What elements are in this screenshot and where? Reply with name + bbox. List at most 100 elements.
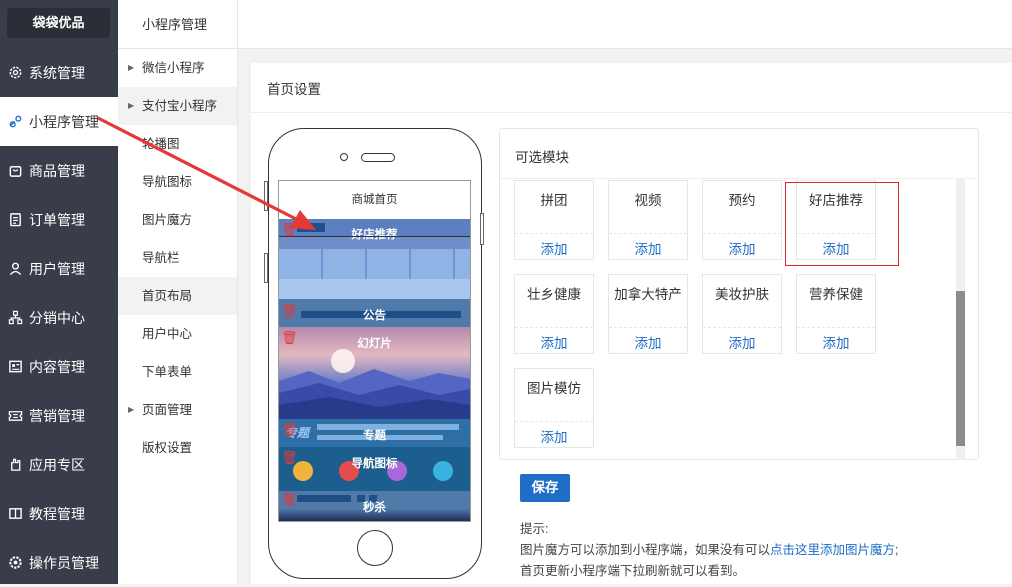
add-module-button[interactable]: 添加 [515,332,593,352]
clipboard-icon [8,212,23,227]
tips-line-2: 首页更新小程序端下拉刷新就可以看到。 [520,564,746,578]
module-divider [609,327,687,328]
submenu-item-pages[interactable]: ▶ 页面管理 [118,391,237,429]
submenu-item-user-center[interactable]: 用户中心 [118,315,237,353]
submenu-item-order-form[interactable]: 下单表单 [118,353,237,391]
trash-icon[interactable]: 🗑 [281,493,298,507]
layout-block-seckill[interactable]: 秒杀 🗑 [279,491,470,521]
bag-icon [8,163,23,178]
scrollbar-thumb[interactable] [956,291,965,446]
trash-icon[interactable]: 🗑 [281,331,298,345]
sidebar-item-label: 营销管理 [29,407,85,424]
submenu-item-nav-icons[interactable]: 导航图标 [118,163,237,201]
divider [500,178,978,179]
book-icon [8,506,23,521]
ticket-icon [8,408,23,423]
layout-block-nav-icons[interactable]: 导航图标 🗑 [279,447,470,491]
sidebar-item-label: 系统管理 [29,64,85,81]
module-divider [797,327,875,328]
sidebar-item-goods[interactable]: 商品管理 [0,146,118,195]
submenu-item-navbar[interactable]: 导航栏 [118,239,237,277]
add-module-button[interactable]: 添加 [703,332,781,352]
highlight-box [785,182,899,266]
submenu-title: 小程序管理 [118,0,237,49]
sidebar-item-content[interactable]: 内容管理 [0,342,118,391]
add-image-cube-link[interactable]: 点击这里添加图片魔方 [770,543,895,557]
hand-icon [8,457,23,472]
sidebar-item-users[interactable]: 用户管理 [0,244,118,293]
trash-icon[interactable]: 🗑 [281,223,298,237]
module-card: 图片模仿 添加 [514,368,594,448]
shop-thumbnails [279,249,470,279]
module-name: 营养保健 [809,287,863,302]
submenu-item-home-layout[interactable]: 首页布局 [118,277,237,315]
tips-line-1: 图片魔方可以添加到小程序端，如果没有可以点击这里添加图片魔方; [520,540,899,561]
page-title: 首页设置 [267,82,321,97]
document-icon [8,359,23,374]
network-icon [8,310,23,325]
caret-right-icon: ▶ [128,405,135,414]
modules-scrollbar[interactable] [956,178,965,460]
brand-logo: 袋袋优品 [7,8,110,38]
submenu-item-carousel[interactable]: 轮播图 [118,125,237,163]
sidebar-item-label: 内容管理 [29,358,85,375]
sidebar-item-apps[interactable]: 应用专区 [0,440,118,489]
tips-text: ; [895,543,899,557]
module-name: 视频 [634,193,662,208]
sidebar-item-tutorials[interactable]: 教程管理 [0,489,118,538]
block-label: 秒杀 [363,502,386,514]
layout-block-topic[interactable]: 专题 专题 🗑 [279,419,470,447]
module-card: 拼团 添加 [514,180,594,260]
submenu-item-image-cube[interactable]: 图片魔方 [118,201,237,239]
add-module-button[interactable]: 添加 [515,238,593,258]
module-name: 加拿大特产 [614,287,682,302]
save-button[interactable]: 保存 [520,474,570,502]
phone-home-button [357,530,393,566]
module-divider [703,233,781,234]
sidebar-item-marketing[interactable]: 营销管理 [0,391,118,440]
gear-icon [8,555,23,570]
sidebar-item-system[interactable]: 系统管理 [0,48,118,97]
sidebar-item-operators[interactable]: 操作员管理 [0,538,118,587]
submenu-item-label: 页面管理 [142,403,193,417]
add-module-button[interactable]: 添加 [703,238,781,258]
slideshow-mountains [279,369,470,419]
add-module-button[interactable]: 添加 [797,332,875,352]
trash-icon[interactable]: 🗑 [281,304,298,318]
sidebar-item-orders[interactable]: 订单管理 [0,195,118,244]
shop-thumbnail-footer [279,279,470,299]
sidebar-item-miniprogram[interactable]: 小程序管理 [0,97,118,146]
trash-icon[interactable]: 🗑 [281,451,298,465]
submenu-item-label: 微信小程序 [142,61,205,75]
block-rule [279,236,470,237]
add-module-button[interactable]: 添加 [609,332,687,352]
add-module-button[interactable]: 添加 [515,426,593,446]
submenu-item-wechat[interactable]: ▶ 微信小程序 [118,49,237,87]
sidebar-item-distribution[interactable]: 分销中心 [0,293,118,342]
module-divider [515,421,593,422]
phone-screen: 商城首页 好店推荐 🗑 公告 🗑 幻灯片 🗑 专题 专题 🗑 导航图标 🗑 秒杀… [278,180,471,522]
sidebar-item-label: 应用专区 [29,456,85,473]
link-icon [8,114,23,129]
module-card: 加拿大特产 添加 [608,274,688,354]
layout-block-slideshow[interactable]: 幻灯片 🗑 [279,327,470,419]
phone-side-button [264,181,268,211]
submenu: 小程序管理 ▶ 微信小程序 ▶ 支付宝小程序 轮播图 导航图标 图片魔方 导航栏 首… [118,0,238,584]
module-card: 壮乡健康 添加 [514,274,594,354]
sidebar-item-label: 分销中心 [29,309,85,326]
layout-block-shop-recommend[interactable]: 好店推荐 🗑 [279,219,470,299]
divider [251,112,1012,113]
trash-icon[interactable]: 🗑 [281,423,298,437]
sidebar-item-label: 商品管理 [29,162,85,179]
module-card: 预约 添加 [702,180,782,260]
submenu-item-copyright[interactable]: 版权设置 [118,429,237,467]
block-label: 幻灯片 [357,338,392,350]
add-module-button[interactable]: 添加 [609,238,687,258]
sidebar-item-label: 订单管理 [29,211,85,228]
block-label: 公告 [363,310,386,322]
submenu-item-alipay[interactable]: ▶ 支付宝小程序 [118,87,237,125]
sidebar-item-label: 教程管理 [29,505,85,522]
main-sidebar: 袋袋优品 系统管理 小程序管理 商品管理 订单管理 用户管理 分销中心 内容管理… [0,0,118,584]
layout-block-notice[interactable]: 公告 🗑 [279,299,470,327]
top-bar [238,0,1012,49]
